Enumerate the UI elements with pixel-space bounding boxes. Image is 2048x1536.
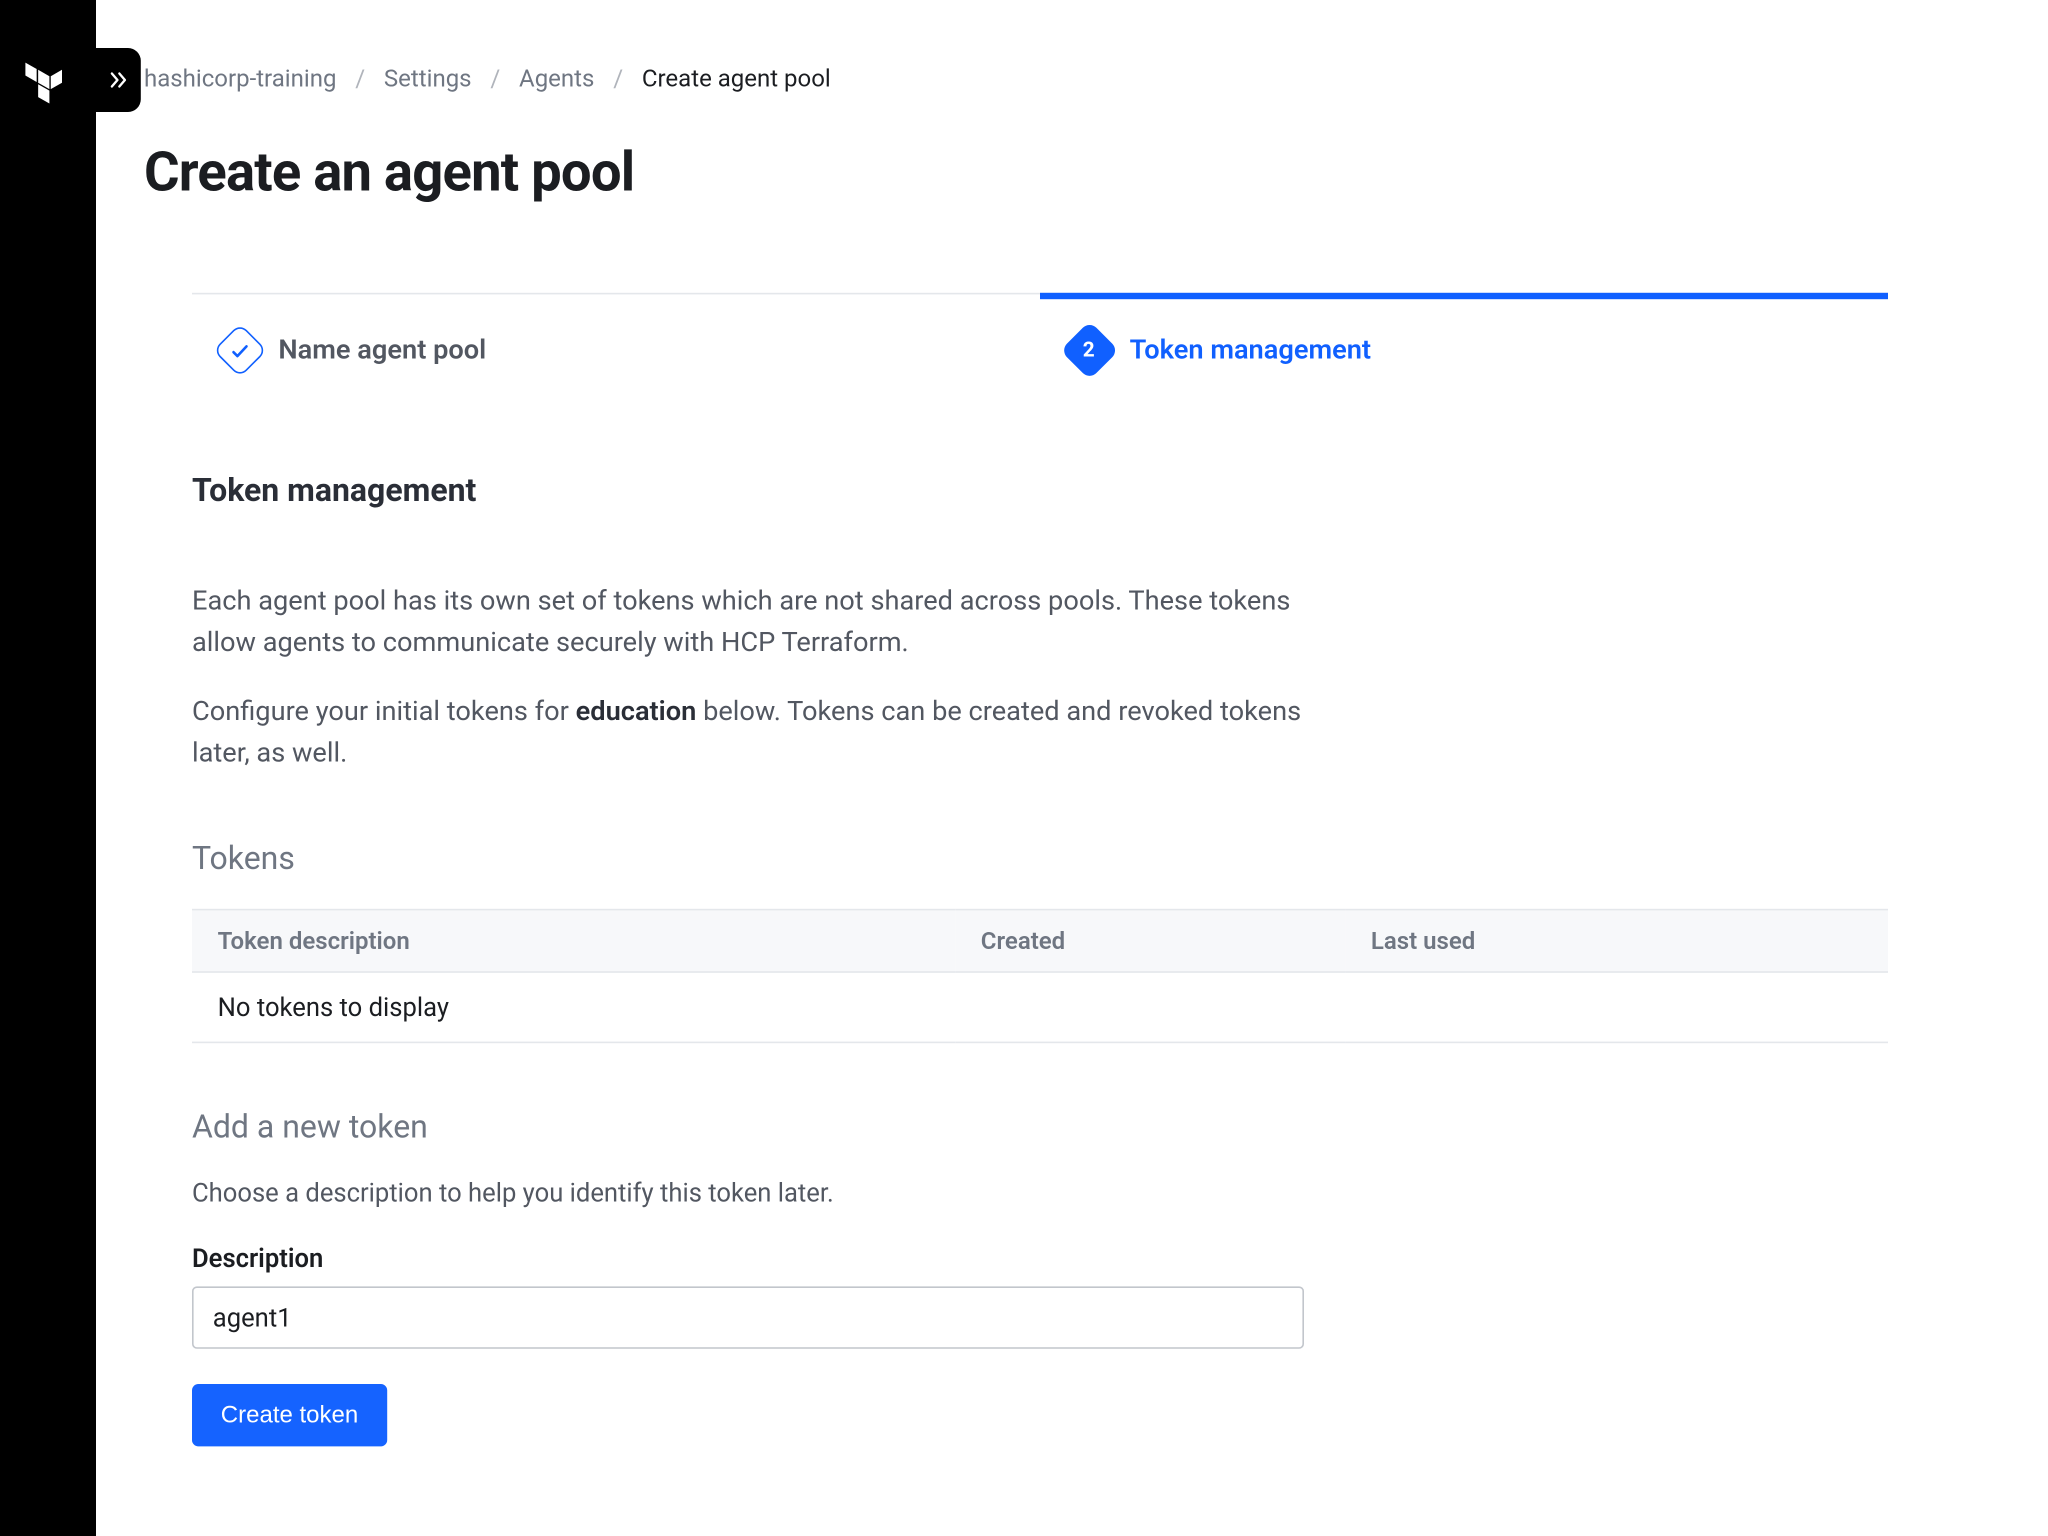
check-icon [213,323,267,377]
breadcrumb-current: Create agent pool [642,64,831,93]
step-name-agent-pool[interactable]: Name agent pool [192,294,1040,406]
description-2: Configure your initial tokens for educat… [192,691,1312,775]
description-input[interactable] [192,1287,1304,1349]
col-last-used: Last used [1345,910,1888,972]
expand-sidebar-button[interactable] [96,48,141,112]
add-token-heading: Add a new token [192,1108,1888,1146]
step-label: Name agent pool [278,334,486,366]
chevron-double-right-icon [107,69,129,91]
add-token-helper: Choose a description to help you identif… [192,1178,1888,1208]
breadcrumb-org[interactable]: hashicorp-training [144,64,336,93]
create-token-button[interactable]: Create token [192,1385,387,1447]
col-token-description: Token description [192,910,955,972]
section-title: Token management [192,470,1888,508]
breadcrumb-agents[interactable]: Agents [519,64,594,93]
col-created: Created [955,910,1345,972]
wizard-steps: Name agent pool 2 Token management [192,293,1888,407]
description-1: Each agent pool has its own set of token… [192,581,1312,665]
table-row-empty: No tokens to display [192,973,1888,1043]
sidebar [0,0,96,1536]
breadcrumb: hashicorp-training / Settings / Agents /… [144,64,2048,93]
step-number-badge: 2 [1060,321,1119,380]
step-token-management[interactable]: 2 Token management [1040,294,1888,406]
description-label: Description [192,1244,1888,1274]
terraform-logo-icon [22,61,70,109]
step-label: Token management [1130,334,1371,366]
tokens-table: Token description Created Last used No t… [192,909,1888,1043]
page-title: Create an agent pool [144,141,2048,205]
breadcrumb-settings[interactable]: Settings [384,64,472,93]
tokens-heading: Tokens [192,839,1888,877]
